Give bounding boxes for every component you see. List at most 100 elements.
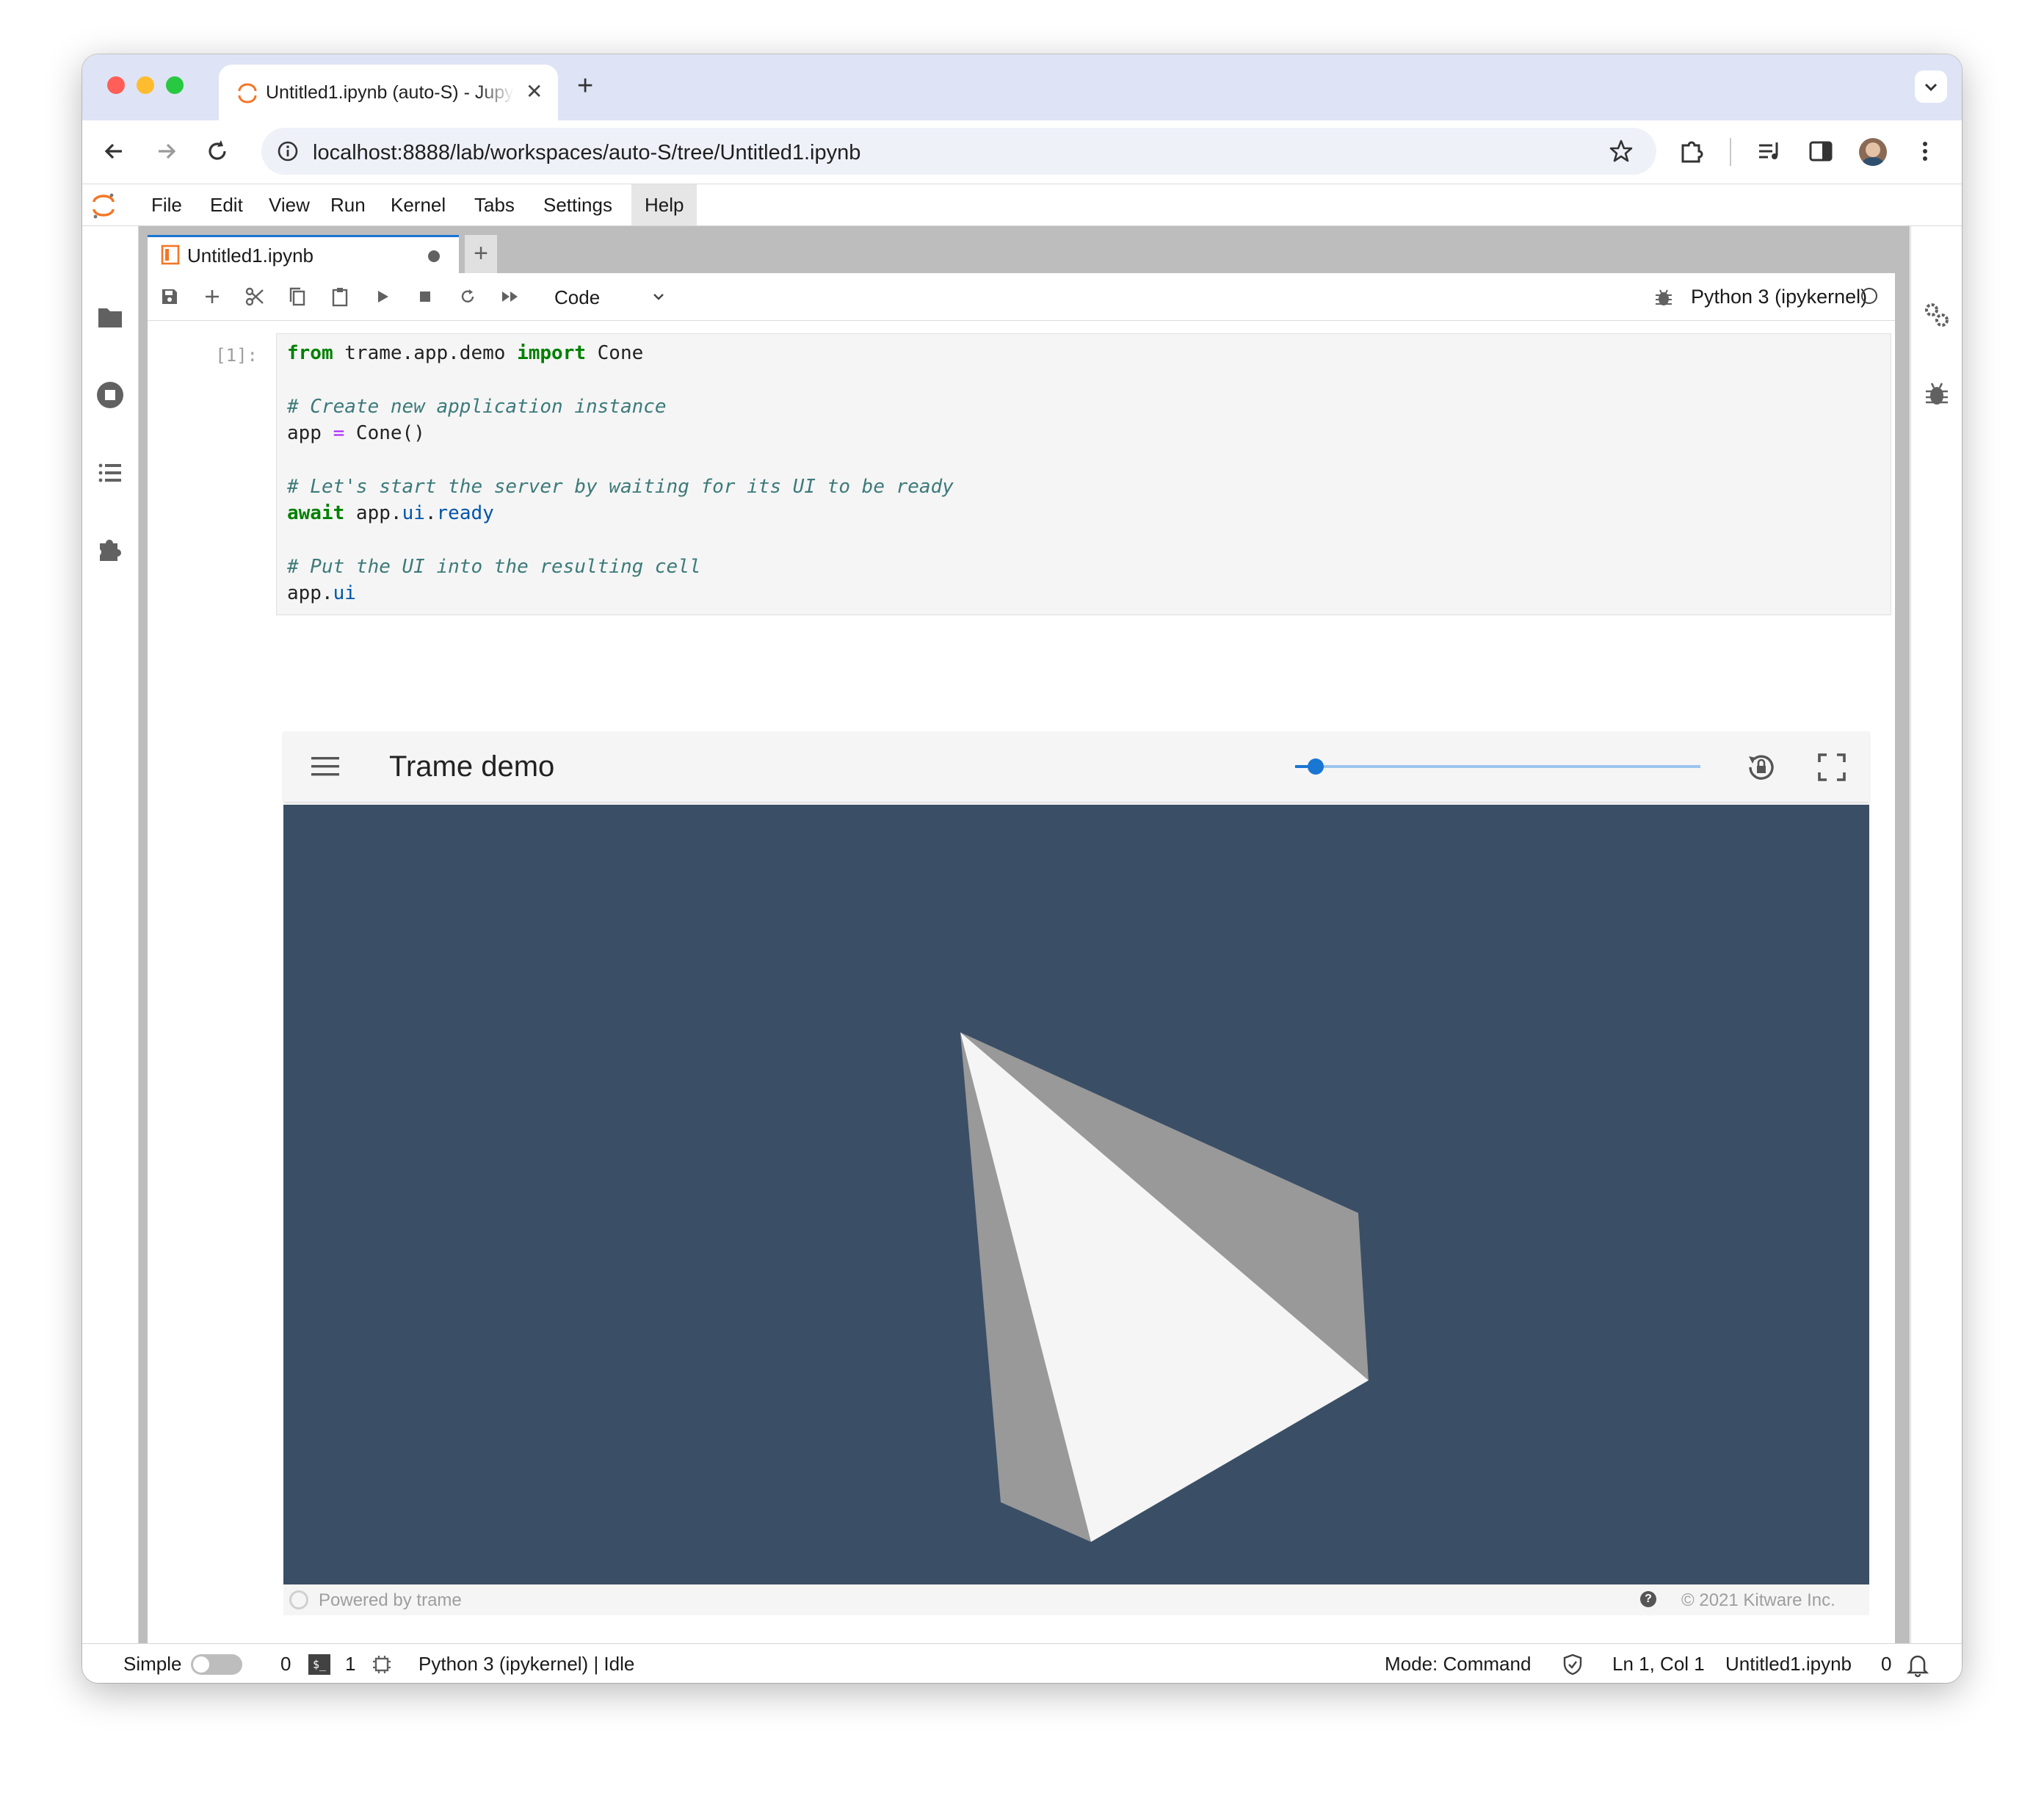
browser-toolbar: localhost:8888/lab/workspaces/auto-S/tre… [82, 120, 1962, 184]
slider-track[interactable] [1295, 765, 1700, 768]
menu-edit[interactable]: Edit [197, 184, 256, 225]
play-icon [378, 291, 388, 303]
notebook-toolbar: Code Python 3 (ipykernel) [148, 273, 1895, 321]
menu-file[interactable]: File [138, 184, 195, 225]
toolbar-divider [1730, 138, 1731, 166]
menu-view[interactable]: View [256, 184, 323, 225]
cut-button[interactable] [242, 283, 268, 310]
unsaved-dot-icon[interactable] [428, 250, 440, 262]
jupyter-favicon-icon [238, 83, 257, 104]
browser-tab-strip: Untitled1.ipynb (auto-S) - JupyterLab ✕ … [82, 54, 1962, 120]
notification-bell-icon[interactable] [1905, 1651, 1931, 1678]
menu-settings[interactable]: Settings [530, 184, 626, 225]
trusted-shield-icon[interactable] [1561, 1653, 1584, 1676]
simple-mode-toggle[interactable] [191, 1654, 242, 1675]
address-bar[interactable]: localhost:8888/lab/workspaces/auto-S/tre… [261, 128, 1656, 175]
code-cell-input[interactable]: from trame.app.demo import Cone # Create… [276, 333, 1891, 615]
new-tab-button[interactable]: + [577, 70, 593, 102]
notebook-tab[interactable]: Untitled1.ipynb [148, 235, 459, 273]
debugger-bug-icon[interactable] [1653, 286, 1675, 308]
plus-icon [206, 290, 219, 303]
notebook-tab-title: Untitled1.ipynb [187, 245, 314, 267]
restart-kernel-button[interactable] [454, 283, 481, 310]
folder-icon[interactable] [94, 301, 126, 333]
kernel-count: 1 [345, 1653, 356, 1675]
browser-menu-icon[interactable] [1910, 137, 1940, 166]
save-icon [162, 289, 177, 304]
code-line-10: app.ui [287, 582, 356, 604]
powered-by-text: Powered by trame [319, 1590, 462, 1610]
notebook-panel: Code Python 3 (ipykernel) [1]: from tram… [148, 273, 1895, 1683]
trame-toolbar: Trame demo [283, 731, 1869, 802]
chevron-down-icon [1924, 83, 1938, 92]
forward-arrow-icon[interactable] [151, 137, 181, 166]
profile-avatar[interactable] [1859, 138, 1887, 166]
menu-help[interactable]: Help [631, 184, 697, 225]
menu-tabs[interactable]: Tabs [461, 184, 528, 225]
menu-kernel[interactable]: Kernel [377, 184, 459, 225]
cursor-position[interactable]: Ln 1, Col 1 [1612, 1653, 1705, 1676]
code-line-4: app = Cone() [287, 422, 425, 444]
jupyter-menubar: File Edit View Run Kernel Tabs Settings … [82, 184, 1962, 226]
stop-icon [420, 291, 430, 302]
restart-run-all-button[interactable] [497, 283, 523, 310]
minimize-window-button[interactable] [137, 76, 154, 94]
media-controls-icon[interactable] [1755, 137, 1784, 166]
restart-icon [461, 289, 474, 303]
reload-icon[interactable] [203, 137, 232, 166]
cell-prompt: [1]: [215, 345, 258, 366]
close-window-button[interactable] [107, 76, 125, 94]
zoom-window-button[interactable] [166, 76, 184, 94]
new-launcher-button[interactable]: + [465, 235, 497, 273]
run-cell-button[interactable] [369, 283, 396, 310]
property-inspector-gears-icon[interactable] [1921, 300, 1952, 330]
bookmark-star-icon[interactable] [1608, 138, 1634, 164]
side-panel-icon[interactable] [1806, 137, 1835, 166]
extension-puzzle-icon[interactable] [94, 533, 126, 565]
simple-mode-label: Simple [123, 1653, 182, 1675]
save-button[interactable] [156, 283, 183, 310]
slider-thumb[interactable] [1307, 758, 1324, 775]
code-line-6: # Let's start the server by waiting for … [287, 476, 954, 498]
left-sidebar [82, 226, 139, 1643]
chevron-down-icon [653, 294, 664, 300]
vtk-render-view[interactable] [283, 805, 1869, 1584]
close-tab-icon[interactable]: ✕ [526, 79, 543, 104]
kernel-name[interactable]: Python 3 (ipykernel) [1691, 286, 1867, 308]
code-line-3: # Create new application instance [287, 396, 667, 418]
table-of-contents-icon[interactable] [94, 457, 126, 489]
interrupt-kernel-button[interactable] [412, 283, 438, 310]
insert-cell-button[interactable] [199, 283, 225, 310]
fast-forward-icon [502, 291, 518, 302]
extensions-icon[interactable] [1677, 137, 1706, 166]
copyright-text: © 2021 Kitware Inc. [1681, 1590, 1835, 1610]
clipboard-icon [332, 288, 348, 307]
tab-search-button[interactable] [1915, 70, 1947, 103]
reset-camera-icon[interactable] [1743, 749, 1780, 786]
help-icon[interactable]: ? [1640, 1591, 1656, 1607]
kernel-status-circle-icon [1861, 288, 1877, 304]
cell-type-dropdown[interactable]: Code [548, 279, 673, 314]
trame-title: Trame demo [389, 750, 555, 783]
scissors-icon [245, 287, 264, 306]
menu-run[interactable]: Run [317, 184, 379, 225]
fullscreen-icon[interactable] [1815, 750, 1849, 784]
debugger-bug-icon[interactable] [1921, 379, 1952, 410]
site-info-icon[interactable] [276, 140, 300, 163]
terminal-count: 0 [280, 1653, 291, 1675]
status-bar: Simple 0 $_ 1 Python 3 (ipykernel) | Idl… [82, 1643, 1962, 1683]
cell-type-value: Code [554, 286, 601, 308]
code-line-7: await app.ui.ready [287, 502, 494, 524]
back-arrow-icon[interactable] [100, 137, 129, 166]
browser-tab[interactable]: Untitled1.ipynb (auto-S) - JupyterLab ✕ [219, 65, 558, 120]
cone-3d-render[interactable] [283, 805, 1869, 1584]
running-stop-icon[interactable] [94, 379, 126, 411]
code-line-1: from trame.app.demo import Cone [287, 342, 644, 364]
copy-button[interactable] [284, 283, 311, 310]
terminal-icon: $_ [308, 1654, 330, 1675]
kernel-status-text[interactable]: Python 3 (ipykernel) | Idle [418, 1653, 634, 1676]
right-sidebar [1910, 226, 1962, 1643]
paste-button[interactable] [327, 283, 353, 310]
current-file-name: Untitled1.ipynb [1725, 1653, 1852, 1675]
hamburger-menu-icon[interactable] [310, 753, 341, 780]
